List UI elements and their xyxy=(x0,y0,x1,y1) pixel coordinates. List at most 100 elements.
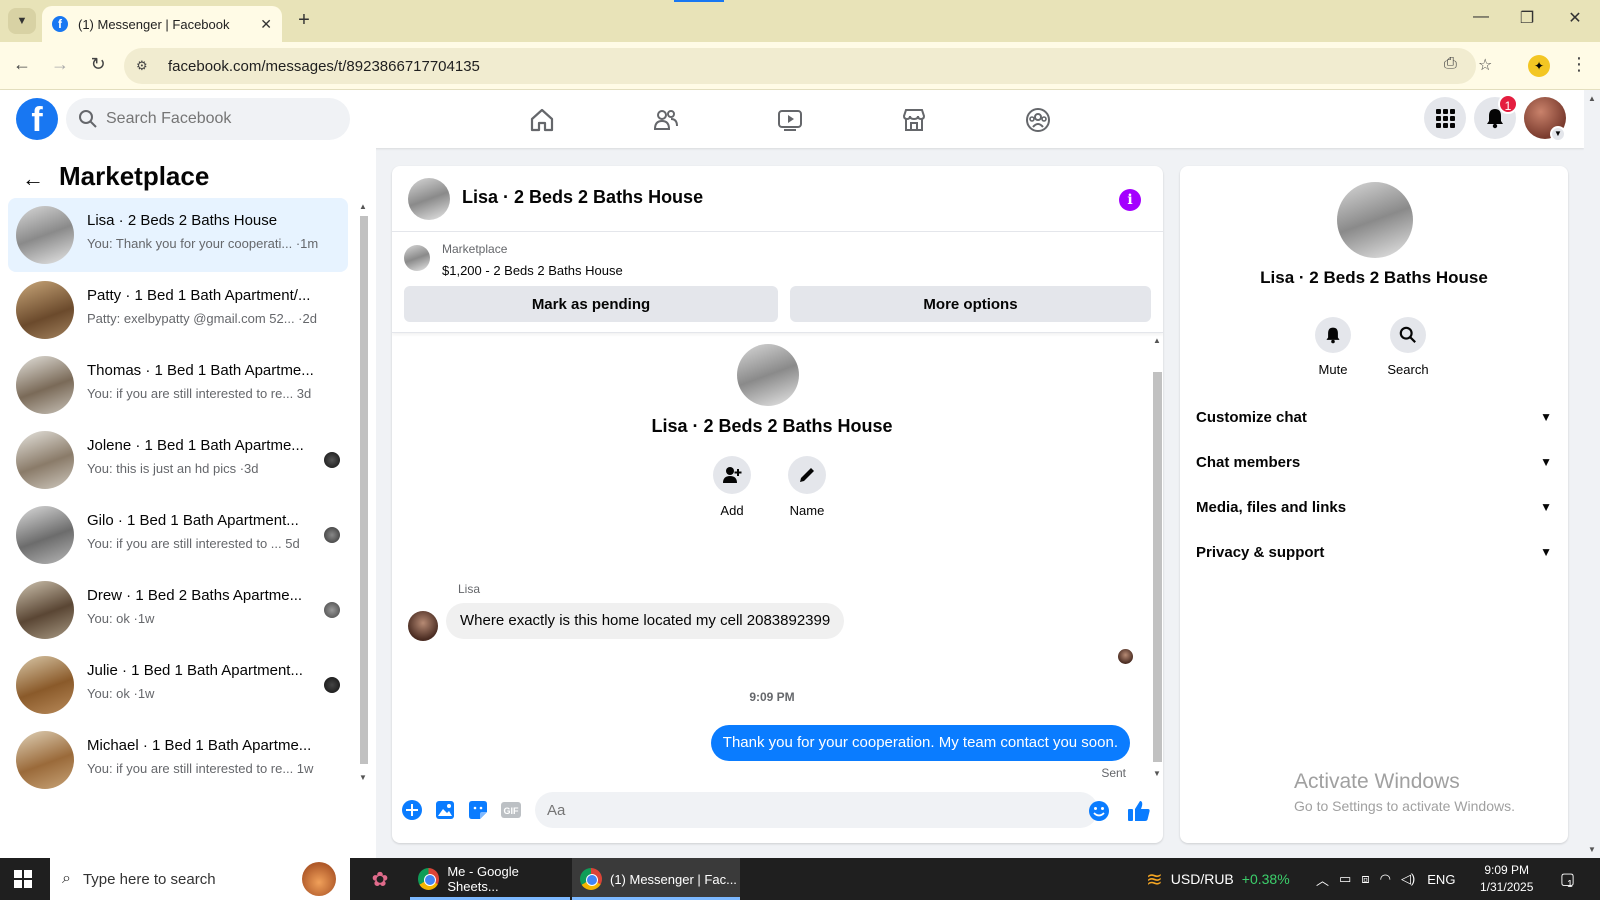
watermark-title: Activate Windows xyxy=(1294,770,1460,793)
conversation-item[interactable]: Drew · 1 Bed 2 Baths Apartme... You: ok … xyxy=(8,573,348,647)
conversation-list: Lisa · 2 Beds 2 Baths House You: Thank y… xyxy=(8,198,348,798)
svg-text:GIF: GIF xyxy=(504,806,520,816)
page-scrollbar[interactable]: ▲ ▼ xyxy=(1584,90,1600,858)
minimize-button[interactable]: — xyxy=(1466,8,1496,26)
language-indicator[interactable]: ENG xyxy=(1427,872,1455,887)
notification-center-count: 1 xyxy=(1567,878,1573,890)
chevron-up-icon[interactable]: ︿ xyxy=(1316,870,1329,889)
chrome-icon xyxy=(580,868,602,890)
wifi-icon[interactable]: ◠ xyxy=(1380,871,1391,887)
battery-icon[interactable]: ▭ xyxy=(1339,871,1351,887)
site-settings-icon[interactable]: ⚙ xyxy=(136,58,154,74)
device-icon[interactable]: ⧈ xyxy=(1361,871,1369,887)
conversation-item[interactable]: Gilo · 1 Bed 1 Bath Apartment... You: if… xyxy=(8,498,348,572)
conversation-item[interactable]: Jolene · 1 Bed 1 Bath Apartme... You: th… xyxy=(8,423,348,497)
chat-members-row[interactable]: Chat members ▼ xyxy=(1196,440,1552,484)
home-nav-icon[interactable] xyxy=(526,104,558,136)
media-files-links-row[interactable]: Media, files and links ▼ xyxy=(1196,485,1552,529)
more-options-button[interactable]: More options xyxy=(790,286,1151,322)
message-composer: GIF xyxy=(392,780,1163,843)
conversation-avatar xyxy=(16,506,74,564)
omnibox[interactable]: ⚙ facebook.com/messages/t/89238667177041… xyxy=(124,48,1476,84)
facebook-search-input[interactable] xyxy=(106,110,326,128)
forward-button[interactable]: → xyxy=(48,54,72,75)
conversation-avatar xyxy=(16,731,74,789)
privacy-support-row[interactable]: Privacy & support ▼ xyxy=(1196,530,1552,574)
conversation-item[interactable]: Thomas · 1 Bed 1 Bath Apartme... You: if… xyxy=(8,348,348,422)
conversation-avatar xyxy=(16,356,74,414)
notification-badge: 1 xyxy=(1498,94,1518,114)
windows-start-icon[interactable] xyxy=(14,870,32,888)
photo-icon[interactable] xyxy=(433,798,457,822)
volume-icon[interactable]: ◁) xyxy=(1401,871,1415,887)
system-tray-icons[interactable]: ︿ ▭ ⧈ ◠ ◁) ENG xyxy=(1316,858,1455,900)
add-member-button[interactable]: Add xyxy=(702,456,762,518)
tab-search-dropdown[interactable]: ▼ xyxy=(8,8,36,34)
chevron-down-icon: ▼ xyxy=(1540,545,1552,559)
marketplace-nav-icon[interactable] xyxy=(898,104,930,136)
conversation-item[interactable]: Patty · 1 Bed 1 Bath Apartment/... Patty… xyxy=(8,273,348,347)
customize-chat-row[interactable]: Customize chat ▼ xyxy=(1196,395,1552,439)
conversation-item[interactable]: Julie · 1 Bed 1 Bath Apartment... You: o… xyxy=(8,648,348,722)
name-chat-button[interactable]: Name xyxy=(777,456,837,518)
thumbs-up-icon[interactable] xyxy=(1126,798,1152,824)
taskbar-search-placeholder: Type here to search xyxy=(82,870,216,888)
reload-button[interactable]: ↻ xyxy=(86,54,110,75)
notification-center-icon[interactable]: ▢ 1 xyxy=(1560,858,1575,900)
message-input[interactable] xyxy=(535,792,1098,828)
install-app-icon[interactable]: ⎙ xyxy=(1444,55,1457,73)
taskbar-search[interactable]: ⌕ Type here to search xyxy=(50,858,350,900)
chat-avatar[interactable] xyxy=(408,178,450,220)
pinned-app-icon[interactable]: ✿ xyxy=(358,858,402,900)
facebook-search[interactable] xyxy=(66,98,350,140)
row-label: Chat members xyxy=(1196,453,1301,471)
chevron-down-icon[interactable]: ▼ xyxy=(1550,126,1566,142)
plus-circle-icon[interactable] xyxy=(400,798,424,822)
search-icon xyxy=(1399,326,1416,343)
listing-title[interactable]: $1,200 - 2 Beds 2 Baths House xyxy=(442,263,623,278)
search-in-chat-button[interactable]: Search xyxy=(1378,317,1438,377)
back-button[interactable]: ← xyxy=(10,54,34,75)
close-window-button[interactable]: ✕ xyxy=(1560,8,1590,28)
system-clock[interactable]: 9:09 PM 1/31/2025 xyxy=(1480,862,1533,896)
conversation-sidebar: ← Marketplace Lisa · 2 Beds 2 Baths Hous… xyxy=(0,148,376,858)
menu-grid-button[interactable] xyxy=(1424,97,1466,139)
chart-icon: ≋ xyxy=(1146,868,1163,891)
conversation-item[interactable]: Michael · 1 Bed 1 Bath Apartme... You: i… xyxy=(8,723,348,797)
sidebar-scrollbar[interactable]: ▲ ▼ xyxy=(358,202,368,782)
currency-widget[interactable]: ≋ USD/RUB +0.38% xyxy=(1146,858,1290,900)
browser-tab-messenger[interactable]: f (1) Messenger | Facebook ✕ xyxy=(42,6,282,42)
tab-indicator xyxy=(674,0,724,2)
outgoing-message[interactable]: Thank you for your cooperation. My team … xyxy=(710,725,1130,761)
listing-thumbnail[interactable] xyxy=(404,245,430,271)
taskbar-app-sheets[interactable]: Me - Google Sheets... xyxy=(410,858,570,900)
info-icon[interactable]: i xyxy=(1119,189,1141,211)
new-tab-button[interactable]: + xyxy=(292,9,316,32)
taskbar-app-messenger[interactable]: (1) Messenger | Fac... xyxy=(572,858,740,900)
tab-close-icon[interactable]: ✕ xyxy=(260,16,272,33)
groups-nav-icon[interactable] xyxy=(1022,104,1054,136)
extension-icon[interactable]: ✦ xyxy=(1528,55,1550,77)
mark-as-pending-button[interactable]: Mark as pending xyxy=(404,286,778,322)
mute-button[interactable]: Mute xyxy=(1303,317,1363,377)
incoming-message[interactable]: Where exactly is this home located my ce… xyxy=(446,603,845,639)
seen-avatar xyxy=(324,527,340,543)
row-label: Media, files and links xyxy=(1196,498,1347,516)
bookmark-star-icon[interactable]: ☆ xyxy=(1478,55,1492,75)
sticker-icon[interactable] xyxy=(466,798,490,822)
sender-avatar[interactable] xyxy=(408,611,438,641)
gif-icon[interactable]: GIF xyxy=(499,798,523,822)
facebook-header: f xyxy=(0,90,1584,148)
chat-title[interactable]: Lisa · 2 Beds 2 Baths House xyxy=(462,187,703,208)
watch-nav-icon[interactable] xyxy=(774,104,806,136)
back-arrow-icon[interactable]: ← xyxy=(22,166,44,192)
seen-avatar xyxy=(324,677,340,693)
friends-nav-icon[interactable] xyxy=(650,104,682,136)
browser-menu-icon[interactable]: ⋮ xyxy=(1570,54,1588,75)
row-label: Privacy & support xyxy=(1196,543,1325,561)
thread-scrollbar[interactable]: ▲ ▼ xyxy=(1152,334,1163,780)
facebook-logo[interactable]: f xyxy=(16,98,58,140)
conversation-item[interactable]: Lisa · 2 Beds 2 Baths House You: Thank y… xyxy=(8,198,348,272)
emoji-icon[interactable] xyxy=(1088,800,1110,822)
restore-button[interactable]: ❐ xyxy=(1512,8,1542,28)
